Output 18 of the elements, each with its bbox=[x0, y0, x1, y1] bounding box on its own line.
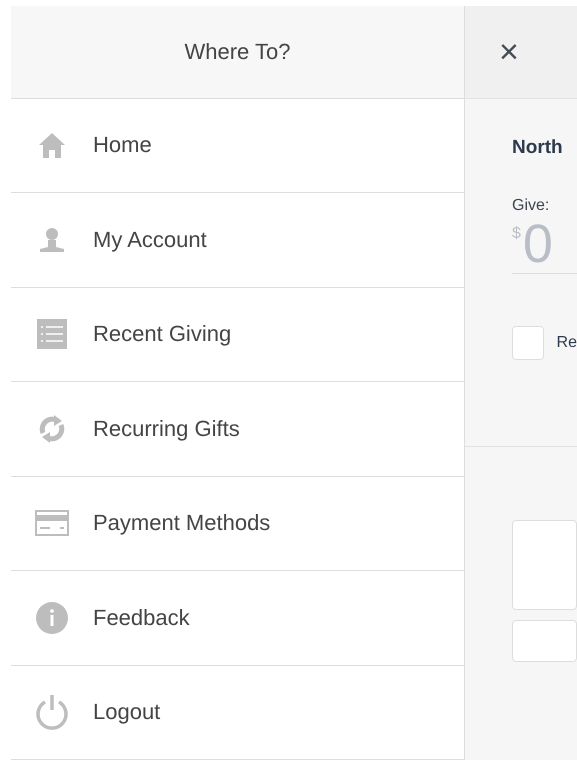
organization-name: North bbox=[512, 137, 564, 159]
give-label: Give: bbox=[512, 197, 550, 215]
person-icon bbox=[38, 226, 66, 254]
house-icon bbox=[37, 130, 67, 160]
recurring-checkbox[interactable] bbox=[512, 326, 544, 360]
input-field[interactable] bbox=[512, 520, 577, 610]
menu-title: Where To? bbox=[11, 6, 464, 99]
close-button[interactable]: × bbox=[499, 35, 519, 69]
recurring-label: Re bbox=[556, 334, 577, 352]
power-icon bbox=[35, 694, 69, 730]
info-icon bbox=[36, 602, 68, 634]
credit-card-icon bbox=[35, 510, 69, 536]
list-icon bbox=[37, 319, 67, 350]
refresh-icon bbox=[38, 412, 66, 445]
menu-item[interactable]: Feedback bbox=[11, 571, 464, 666]
menu-item[interactable]: Payment Methods bbox=[11, 476, 464, 572]
input-field[interactable] bbox=[512, 620, 577, 662]
menu-item[interactable]: Recent Giving bbox=[11, 288, 464, 382]
